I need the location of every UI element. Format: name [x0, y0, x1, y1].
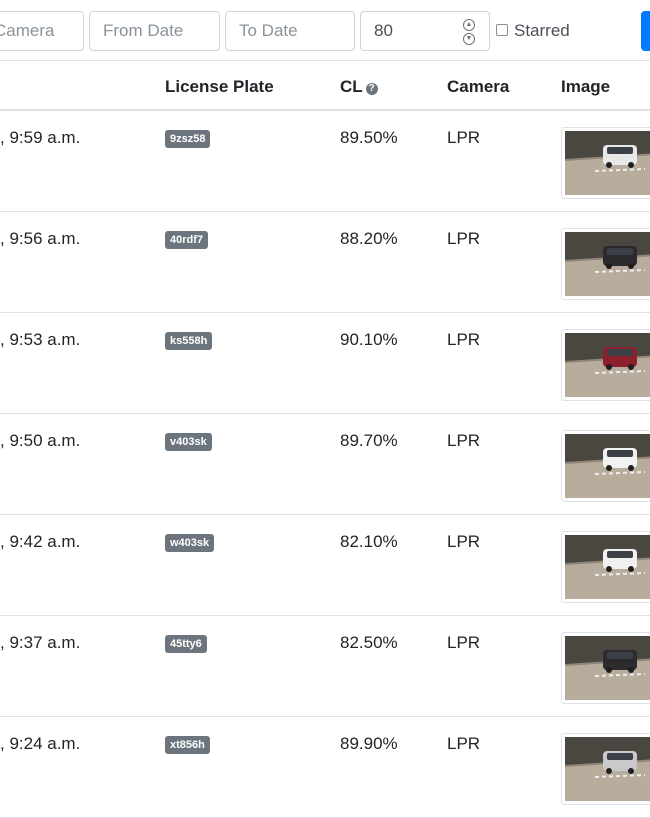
timestamp: , 9:24 a.m.	[0, 734, 81, 753]
search-button[interactable]	[641, 11, 650, 51]
confidence-value: 90.10%	[340, 330, 398, 349]
camera-name: LPR	[447, 734, 481, 753]
camera-input[interactable]	[0, 12, 83, 50]
license-plate-badge: w403sk	[165, 534, 215, 552]
license-plate-badge: 45tty6	[165, 635, 207, 653]
confidence-value: 89.70%	[340, 431, 398, 450]
license-plate-badge: xt856h	[165, 736, 210, 754]
timestamp: , 9:59 a.m.	[0, 128, 81, 147]
from-date-input[interactable]	[90, 12, 219, 50]
parking-camera-image	[565, 535, 650, 599]
filter-bar: ▲ ▼ Starred	[0, 0, 650, 60]
table-row[interactable]: , 9:59 a.m. 9zsz58 89.50% LPR	[0, 111, 650, 212]
license-plate-badge: 9zsz58	[165, 130, 211, 148]
spinner-up-icon[interactable]: ▲	[463, 19, 475, 31]
starred-label: Starred	[514, 21, 570, 40]
camera-header[interactable]: Camera	[447, 77, 509, 97]
camera-name: LPR	[447, 431, 481, 450]
capture-thumbnail[interactable]	[561, 632, 650, 704]
capture-thumbnail[interactable]	[561, 329, 650, 401]
confidence-value: 89.90%	[340, 734, 398, 753]
image-header[interactable]: Image	[561, 77, 610, 97]
confidence-field[interactable]: ▲ ▼	[360, 11, 490, 51]
cl-header-label: CL	[340, 77, 363, 96]
table-header: License Plate CL? Camera Image	[0, 60, 650, 111]
timestamp: , 9:42 a.m.	[0, 532, 81, 551]
confidence-value: 82.10%	[340, 532, 398, 551]
camera-name: LPR	[447, 532, 481, 551]
parking-camera-image	[565, 636, 650, 700]
cl-header[interactable]: CL?	[340, 77, 378, 97]
table-row[interactable]: , 9:56 a.m. 40rdf7 88.20% LPR	[0, 212, 650, 313]
capture-thumbnail[interactable]	[561, 127, 650, 199]
parking-camera-image	[565, 737, 650, 801]
license-plate-header[interactable]: License Plate	[165, 77, 274, 97]
help-icon[interactable]: ?	[365, 83, 378, 95]
confidence-value: 82.50%	[340, 633, 398, 652]
capture-thumbnail[interactable]	[561, 531, 650, 603]
to-date-input[interactable]	[226, 12, 354, 50]
table-row[interactable]: , 9:24 a.m. xt856h 89.90% LPR	[0, 717, 650, 818]
table-row[interactable]: , 9:37 a.m. 45tty6 82.50% LPR	[0, 616, 650, 717]
parking-camera-image	[565, 131, 650, 195]
table-row[interactable]: , 9:53 a.m. ks558h 90.10% LPR	[0, 313, 650, 414]
timestamp: , 9:37 a.m.	[0, 633, 81, 652]
spinner-down-icon[interactable]: ▼	[463, 33, 475, 45]
starred-filter[interactable]: Starred	[496, 21, 570, 41]
camera-filter-field[interactable]	[0, 11, 84, 51]
license-plate-badge: 40rdf7	[165, 231, 209, 249]
parking-camera-image	[565, 232, 650, 296]
parking-camera-image	[565, 333, 650, 397]
timestamp: , 9:56 a.m.	[0, 229, 81, 248]
camera-name: LPR	[447, 128, 481, 147]
camera-name: LPR	[447, 229, 481, 248]
timestamp: , 9:53 a.m.	[0, 330, 81, 349]
confidence-value: 89.50%	[340, 128, 398, 147]
camera-name: LPR	[447, 633, 481, 652]
table-row[interactable]: , 9:42 a.m. w403sk 82.10% LPR	[0, 515, 650, 616]
from-date-field[interactable]	[89, 11, 220, 51]
camera-name: LPR	[447, 330, 481, 349]
number-spinner[interactable]: ▲ ▼	[463, 19, 475, 45]
license-plate-badge: v403sk	[165, 433, 212, 451]
confidence-value: 88.20%	[340, 229, 398, 248]
starred-checkbox[interactable]	[496, 24, 508, 36]
capture-thumbnail[interactable]	[561, 228, 650, 300]
license-plate-badge: ks558h	[165, 332, 213, 350]
to-date-field[interactable]	[225, 11, 355, 51]
parking-camera-image	[565, 434, 650, 498]
table-row[interactable]: , 9:50 a.m. v403sk 89.70% LPR	[0, 414, 650, 515]
capture-thumbnail[interactable]	[561, 733, 650, 805]
capture-thumbnail[interactable]	[561, 430, 650, 502]
timestamp: , 9:50 a.m.	[0, 431, 81, 450]
